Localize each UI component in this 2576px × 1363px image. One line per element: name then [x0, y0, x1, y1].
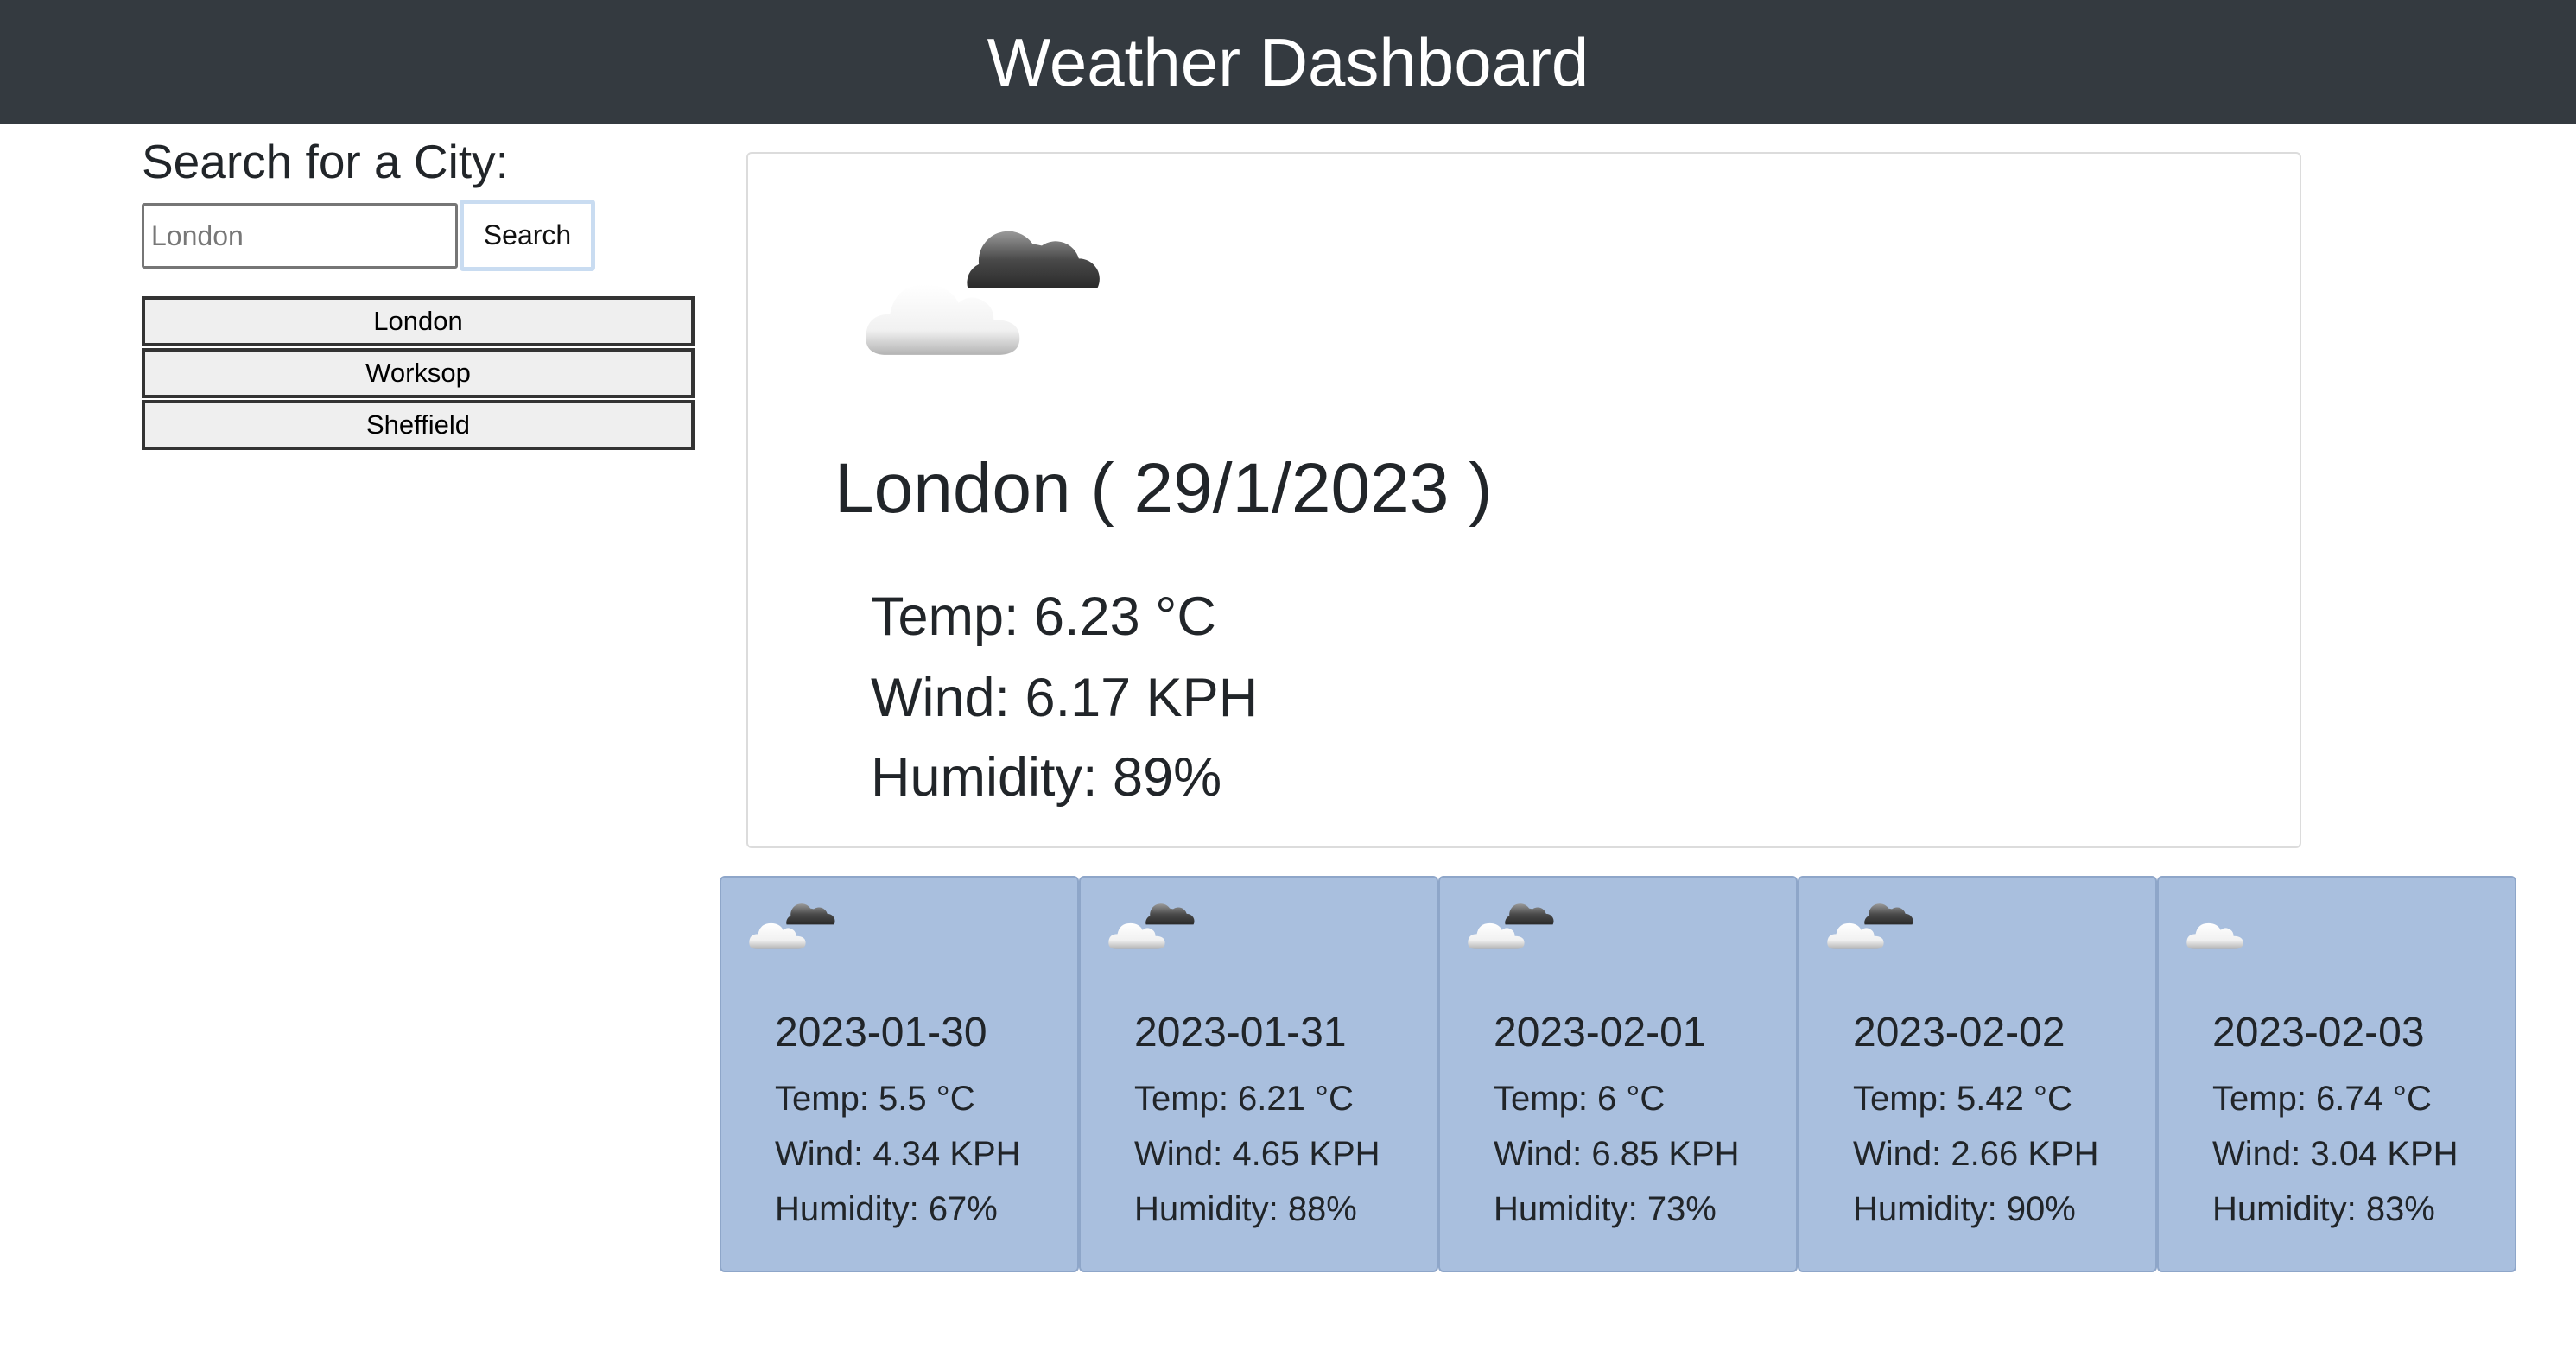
- forecast-date: 2023-01-31: [1134, 1010, 1347, 1056]
- forecast-card: 2023-01-30 Temp: 5.5 °C Wind: 4.34 KPH H…: [720, 876, 1079, 1272]
- forecast-date: 2023-02-03: [2212, 1010, 2425, 1056]
- forecast-humidity: Humidity: 67%: [775, 1190, 998, 1228]
- search-button[interactable]: Search: [460, 200, 595, 271]
- forecast-date: 2023-01-30: [775, 1010, 987, 1056]
- forecast-row: 2023-01-30 Temp: 5.5 °C Wind: 4.34 KPH H…: [720, 876, 2516, 1272]
- forecast-date: 2023-02-01: [1494, 1010, 1706, 1056]
- forecast-date: 2023-02-02: [1853, 1010, 2065, 1056]
- page-title: Weather Dashboard: [987, 23, 1589, 100]
- app-header: Weather Dashboard: [0, 0, 2576, 124]
- forecast-card: 2023-02-03 Temp: 6.74 °C Wind: 3.04 KPH …: [2157, 876, 2516, 1272]
- forecast-wind: Wind: 4.65 KPH: [1134, 1135, 1380, 1173]
- partly-cloudy-icon: [1827, 903, 1913, 949]
- history-button-london[interactable]: London: [142, 296, 695, 346]
- forecast-wind: Wind: 6.85 KPH: [1494, 1135, 1740, 1173]
- forecast-wind: Wind: 4.34 KPH: [775, 1135, 1021, 1173]
- forecast-temp: Temp: 6.74 °C: [2212, 1080, 2432, 1118]
- search-history-list: London Worksop Sheffield: [142, 296, 695, 452]
- current-humidity: Humidity: 89%: [871, 747, 1222, 808]
- forecast-temp: Temp: 5.42 °C: [1853, 1080, 2072, 1118]
- forecast-temp: Temp: 6 °C: [1494, 1080, 1666, 1118]
- partly-cloudy-icon: [749, 903, 835, 949]
- forecast-card: 2023-01-31 Temp: 6.21 °C Wind: 4.65 KPH …: [1079, 876, 1438, 1272]
- current-temp: Temp: 6.23 °C: [871, 586, 1216, 647]
- partly-cloudy-icon: [1468, 903, 1554, 949]
- forecast-wind: Wind: 3.04 KPH: [2212, 1135, 2459, 1173]
- forecast-humidity: Humidity: 88%: [1134, 1190, 1357, 1228]
- partly-cloudy-icon: [866, 231, 1100, 355]
- forecast-humidity: Humidity: 90%: [1853, 1190, 2076, 1228]
- forecast-wind: Wind: 2.66 KPH: [1853, 1135, 2099, 1173]
- forecast-card: 2023-02-01 Temp: 6 °C Wind: 6.85 KPH Hum…: [1438, 876, 1798, 1272]
- current-weather-card: London ( 29/1/2023 ) Temp: 6.23 °C Wind:…: [746, 152, 2301, 848]
- current-city-date: London ( 29/1/2023 ): [834, 449, 1493, 528]
- current-wind: Wind: 6.17 KPH: [871, 668, 1259, 728]
- cloud-icon: [2186, 922, 2243, 949]
- forecast-temp: Temp: 6.21 °C: [1134, 1080, 1354, 1118]
- forecast-card: 2023-02-02 Temp: 5.42 °C Wind: 2.66 KPH …: [1798, 876, 2157, 1272]
- history-button-sheffield[interactable]: Sheffield: [142, 400, 695, 450]
- city-search-input[interactable]: [142, 203, 458, 269]
- history-button-worksop[interactable]: Worksop: [142, 348, 695, 398]
- forecast-humidity: Humidity: 73%: [1494, 1190, 1716, 1228]
- search-heading: Search for a City:: [142, 135, 509, 188]
- forecast-humidity: Humidity: 83%: [2212, 1190, 2435, 1228]
- forecast-temp: Temp: 5.5 °C: [775, 1080, 975, 1118]
- partly-cloudy-icon: [1108, 903, 1195, 949]
